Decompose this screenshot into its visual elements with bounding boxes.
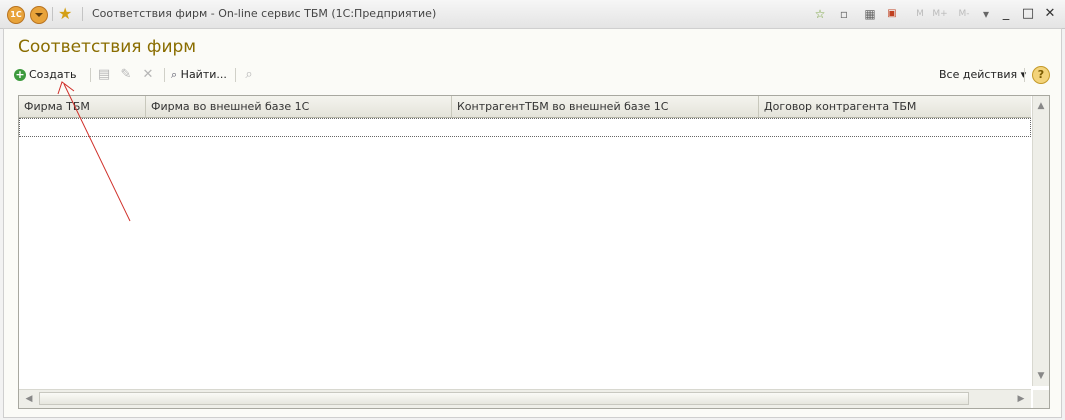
create-button[interactable]: + Создать [14,65,77,85]
divider [82,7,83,21]
pencil-icon[interactable]: ✎ [119,68,133,82]
cancel-search-icon[interactable]: ⌕ [242,68,256,82]
calculator-icon[interactable]: ▦ [862,6,878,22]
horizontal-scrollbar[interactable]: ◀ ▶ [19,389,1031,408]
horizontal-scroll-thumb[interactable] [39,392,969,405]
divider [235,68,236,82]
divider [90,68,91,82]
command-bar: + Создать ▤ ✎ ✕ ⌕ Найти... ⌕ Все действия… [14,65,1054,85]
window-titlebar: 1С ★ Соответствия фирм - On-line сервис … [0,0,1065,29]
memory-mplus-icon[interactable]: M+ [932,6,948,22]
magnifier-icon: ⌕ [171,68,178,81]
app-logo-icon[interactable]: 1С [7,6,25,24]
vertical-scrollbar[interactable]: ▲ ▼ [1032,96,1049,386]
scroll-left-icon[interactable]: ◀ [21,391,37,407]
minimize-button[interactable]: _ [998,6,1014,22]
all-actions-menu[interactable]: Все действия ▾ [939,65,1026,85]
main-menu-icon[interactable] [30,6,48,24]
table-header: Фирма ТБМ Фирма во внешней базе 1С Контр… [19,96,1031,118]
maximize-button[interactable]: □ [1020,6,1036,22]
scroll-corner [1033,390,1049,408]
divider [164,68,165,82]
delete-icon[interactable]: ✕ [141,68,155,82]
memory-m-icon[interactable]: M [912,6,928,22]
calendar-icon[interactable]: ▣ [884,6,900,22]
help-icon[interactable]: ? [1032,66,1050,84]
plus-circle-icon: + [14,68,26,81]
column-header[interactable]: КонтрагентТБМ во внешней базе 1С [452,96,759,117]
star-icon[interactable]: ★ [58,4,72,23]
divider [1024,68,1025,82]
copy-icon[interactable]: ▤ [97,68,111,82]
memory-mminus-icon[interactable]: M- [956,6,972,22]
page-title: Соответствия фирм [18,37,197,57]
document-icon[interactable]: ▫ [836,6,852,22]
column-header[interactable]: Фирма ТБМ [19,96,146,117]
scroll-right-icon[interactable]: ▶ [1013,391,1029,407]
window-menu-icon[interactable]: ▾ [978,6,994,22]
favorites-add-icon[interactable]: ☆ [812,6,828,22]
scroll-up-icon[interactable]: ▲ [1033,98,1049,114]
window-title: Соответствия фирм - On-line сервис ТБМ (… [92,7,437,20]
find-button[interactable]: ⌕ Найти... [171,65,227,85]
find-button-label: Найти... [180,68,227,81]
table-row[interactable] [19,118,1031,137]
form-frame: Соответствия фирм + Создать ▤ ✎ ✕ ⌕ Найти… [3,28,1062,418]
column-header[interactable]: Договор контрагента ТБМ [759,96,1031,117]
correspondence-table[interactable]: Фирма ТБМ Фирма во внешней базе 1С Контр… [18,95,1050,409]
scroll-down-icon[interactable]: ▼ [1033,368,1049,384]
column-header[interactable]: Фирма во внешней базе 1С [146,96,452,117]
divider [52,7,53,21]
create-button-label: Создать [29,68,77,81]
close-button[interactable]: ✕ [1042,6,1058,22]
